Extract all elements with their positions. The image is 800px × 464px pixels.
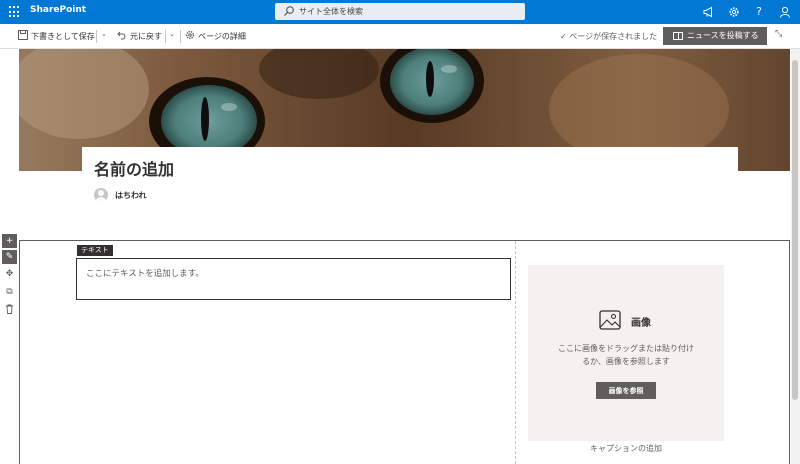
image-help-text: ここに画像をドラッグまたは貼り付けるか、画像を参照します (558, 344, 694, 366)
post-news-label: ニュースを投稿する (687, 31, 759, 40)
page-details-button[interactable]: ページの詳細 (185, 29, 246, 44)
edit-section-icon[interactable]: ✎ (2, 250, 17, 264)
page-title[interactable]: 名前の追加 (94, 156, 174, 180)
add-section-button[interactable]: + (2, 234, 17, 248)
save-status-label: ページが保存されました (569, 32, 658, 41)
separator (165, 30, 166, 43)
save-draft-button[interactable]: 下書きとして保存 (18, 29, 95, 44)
chevron-down-icon[interactable]: ⌄ (101, 30, 107, 38)
save-status: ✓ ページが保存されました (560, 29, 657, 44)
save-draft-label: 下書きとして保存 (31, 32, 95, 41)
undo-button[interactable]: 元に戻す (117, 29, 162, 44)
megaphone-icon[interactable] (701, 4, 717, 20)
image-webpart-label: 画像 (631, 318, 651, 329)
text-webpart-editor[interactable]: ここにテキストを追加します。 (76, 258, 511, 300)
waffle-icon[interactable] (9, 6, 21, 18)
help-icon[interactable]: ? (751, 4, 767, 20)
chevron-down-icon[interactable]: ⌄ (169, 30, 175, 38)
delete-section-icon[interactable] (2, 302, 17, 316)
post-news-button[interactable]: ニュースを投稿する (663, 27, 767, 45)
image-icon (599, 310, 621, 330)
column-divider (515, 241, 516, 464)
book-icon (673, 32, 683, 40)
page-details-label: ページの詳細 (198, 32, 246, 41)
app-name[interactable]: SharePoint (30, 5, 86, 15)
browse-image-button[interactable]: 画像を参照 (596, 382, 656, 399)
command-bar: 下書きとして保存 ⌄ 元に戻す ⌄ ページの詳細 ✓ ページが保存されました ニ… (0, 24, 800, 49)
text-webpart-tag: テキスト (77, 245, 113, 256)
collapse-icon[interactable]: ⤡ (775, 29, 782, 39)
gear-icon[interactable] (726, 4, 742, 20)
search-box[interactable] (275, 3, 525, 20)
avatar (94, 188, 108, 202)
check-icon: ✓ (560, 32, 570, 41)
settings-icon (185, 30, 195, 40)
title-area (82, 147, 738, 237)
text-placeholder: ここにテキストを追加します。 (86, 269, 204, 279)
move-section-icon[interactable]: ✥ (2, 267, 17, 281)
suite-bar: SharePoint ? (0, 0, 800, 24)
search-icon (284, 6, 294, 16)
author-name[interactable]: はちわれ (115, 190, 147, 201)
undo-icon (117, 31, 126, 40)
save-icon (18, 30, 28, 40)
search-input[interactable] (299, 5, 519, 18)
image-caption-field[interactable]: キャプションの追加 (528, 443, 724, 454)
duplicate-section-icon[interactable]: ⧉ (2, 285, 17, 299)
separator (180, 30, 181, 43)
person-icon[interactable] (777, 4, 793, 20)
scrollbar-thumb[interactable] (792, 60, 798, 400)
separator (96, 30, 97, 43)
undo-label: 元に戻す (130, 32, 162, 41)
